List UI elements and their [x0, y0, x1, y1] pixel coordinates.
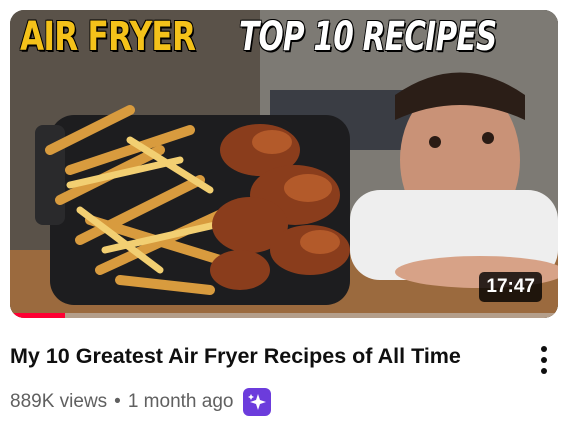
more-vert-icon	[541, 346, 547, 374]
watch-progress-bar	[10, 313, 558, 318]
more-options-button[interactable]	[530, 343, 558, 377]
view-count: 889K views	[10, 391, 108, 412]
headline-white-text: TOP 10 RECIPES	[239, 14, 497, 60]
meta-separator: •	[114, 391, 121, 412]
video-card[interactable]: AIR FRYER TOP 10 RECIPES 17:47 My 10 Gre…	[0, 0, 568, 426]
video-title[interactable]: My 10 Greatest Air Fryer Recipes of All …	[10, 342, 510, 370]
headline-yellow-text: AIR FRYER	[20, 14, 196, 60]
upload-age: 1 month ago	[127, 391, 234, 412]
duration-badge: 17:47	[479, 272, 542, 302]
sparkle-icon	[248, 394, 267, 410]
video-metadata: 889K views • 1 month ago	[10, 388, 272, 416]
thumbnail-headline: AIR FRYER TOP 10 RECIPES	[20, 14, 558, 60]
watch-progress-fill	[10, 313, 65, 318]
video-thumbnail[interactable]: AIR FRYER TOP 10 RECIPES 17:47	[10, 10, 558, 318]
ai-summary-button[interactable]	[243, 388, 272, 416]
